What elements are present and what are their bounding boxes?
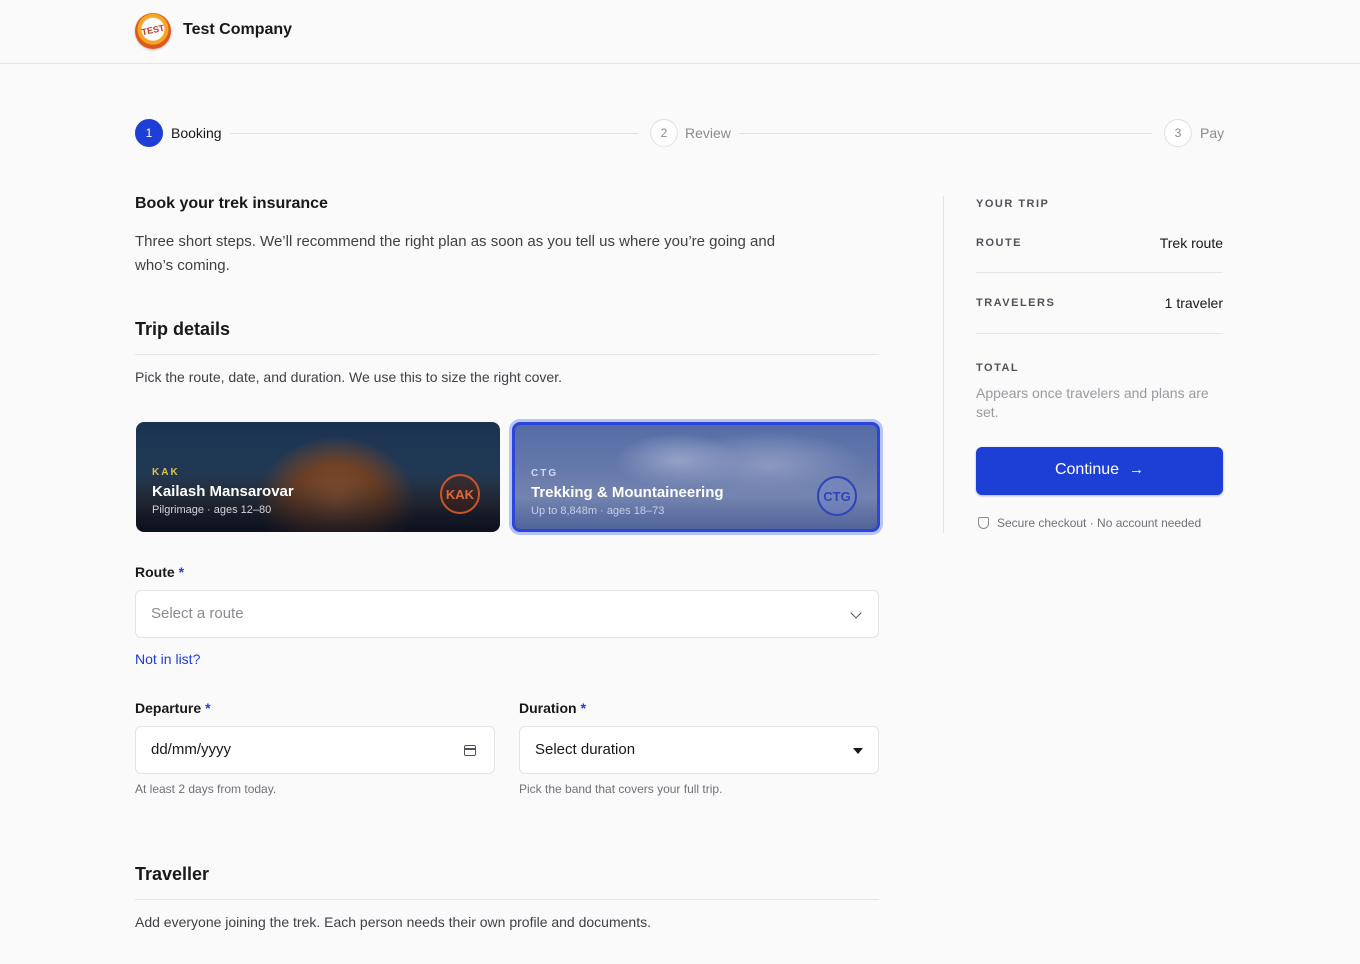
departure-hint: At least 2 days from today.: [135, 782, 277, 796]
section-divider: [135, 899, 879, 900]
trip-details-desc: Pick the route, date, and duration. We u…: [135, 369, 562, 385]
card-subtitle: Up to 8,848m · ages 18–73: [531, 505, 665, 517]
route-card-kailash[interactable]: KAK Kailash Mansarovar Pilgrimage · ages…: [136, 422, 500, 532]
duration-label: Duration *: [519, 700, 587, 716]
section-divider: [135, 354, 879, 355]
sidebar-divider: [943, 196, 944, 533]
trip-details-title: Trip details: [135, 319, 231, 339]
chevron-down-icon: [850, 607, 862, 619]
card-title: Trekking & Mountaineering: [531, 484, 724, 501]
total-note: Appears once travelers and plans are set…: [976, 385, 1209, 420]
total-caption: TOTAL: [976, 362, 1020, 374]
shield-check-icon: [978, 517, 989, 529]
top-header: TEST Test Company: [0, 0, 1360, 64]
calendar-icon[interactable]: [464, 745, 476, 756]
route-card-trekking[interactable]: CTG Trekking & Mountaineering Up to 8,84…: [512, 422, 880, 532]
traveller-desc: Add everyone joining the trek. Each pers…: [135, 914, 651, 930]
company-logo[interactable]: TEST: [135, 13, 171, 49]
ctg-badge-icon: CTG: [817, 476, 857, 516]
step-2-label[interactable]: Review: [685, 125, 731, 141]
sidebar-rule: [976, 333, 1223, 334]
duration-value: Select duration: [535, 741, 636, 758]
card-title: Kailash Mansarovar: [152, 483, 294, 500]
route-caption: ROUTE: [976, 237, 1022, 249]
step-1-circle[interactable]: 1: [135, 119, 163, 147]
travelers-caption: TRAVELERS: [976, 297, 1056, 309]
required-mark: *: [580, 700, 587, 716]
traveller-title: Traveller: [135, 864, 210, 884]
departure-date-input[interactable]: dd/mm/yyyy: [135, 726, 495, 774]
step-3-circle[interactable]: 3: [1164, 119, 1192, 147]
departure-value: dd/mm/yyyy: [151, 741, 232, 758]
duration-select[interactable]: Select duration: [519, 726, 879, 774]
your-trip-heading: YOUR TRIP: [976, 198, 1050, 210]
route-value: Trek route: [1159, 235, 1223, 251]
not-in-list-link[interactable]: Not in list?: [135, 651, 200, 667]
continue-label: Continue: [1054, 461, 1120, 478]
duration-hint: Pick the band that covers your full trip…: [519, 782, 723, 796]
required-mark: *: [205, 700, 211, 716]
step-connector: [739, 133, 1152, 134]
secure-checkout-note: Secure checkout · No account needed: [976, 516, 1201, 530]
continue-button[interactable]: Continue →: [976, 447, 1223, 495]
card-code: KAK: [152, 467, 180, 478]
step-connector: [230, 133, 638, 134]
page-intro: Three short steps. We’ll recommend the r…: [135, 233, 776, 274]
page-title: Book your trek insurance: [135, 195, 328, 212]
required-mark: *: [178, 564, 185, 580]
route-select[interactable]: Select a route: [135, 590, 879, 638]
route-label: Route *: [135, 564, 185, 580]
step-1-label[interactable]: Booking: [171, 125, 222, 141]
card-code: CTG: [531, 468, 559, 479]
company-name: Test Company: [183, 21, 293, 38]
kak-badge-icon: KAK: [440, 474, 480, 514]
sidebar-rule: [976, 272, 1223, 273]
route-placeholder: Select a route: [151, 605, 244, 622]
card-subtitle: Pilgrimage · ages 12–80: [152, 504, 272, 516]
arrow-right-icon: →: [1129, 461, 1145, 478]
step-3-label[interactable]: Pay: [1200, 125, 1224, 141]
departure-label: Departure *: [135, 700, 211, 716]
travelers-value: 1 traveler: [1164, 295, 1223, 311]
logo-text: TEST: [140, 22, 166, 38]
step-2-circle[interactable]: 2: [650, 119, 678, 147]
caret-down-icon: [853, 748, 863, 754]
